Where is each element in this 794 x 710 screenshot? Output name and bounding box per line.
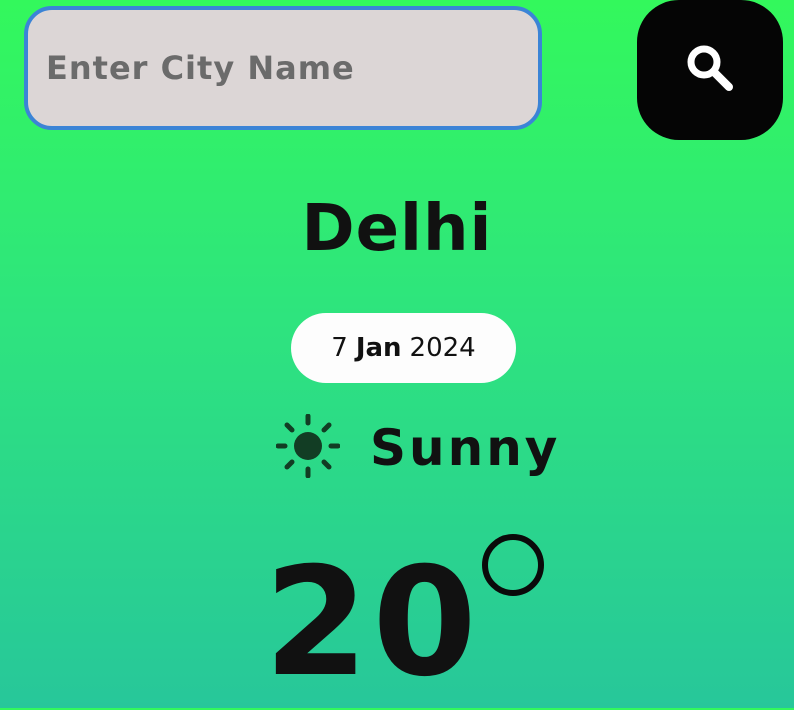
weather-condition: Sunny xyxy=(275,412,561,484)
search-button[interactable] xyxy=(637,0,783,140)
city-name: Delhi xyxy=(301,192,493,266)
date-year: 2024 xyxy=(409,333,476,363)
date-day: 7 xyxy=(331,333,348,363)
city-search-input[interactable] xyxy=(44,48,538,88)
date-month: Jan xyxy=(355,333,402,363)
sun-icon xyxy=(275,413,341,482)
search-icon xyxy=(683,41,737,99)
city-search-field[interactable] xyxy=(24,6,542,130)
date-badge: 7 Jan 2024 xyxy=(291,313,516,383)
temperature-value: 20 xyxy=(264,536,481,710)
degree-icon xyxy=(478,530,548,604)
condition-label: Sunny xyxy=(370,419,561,477)
